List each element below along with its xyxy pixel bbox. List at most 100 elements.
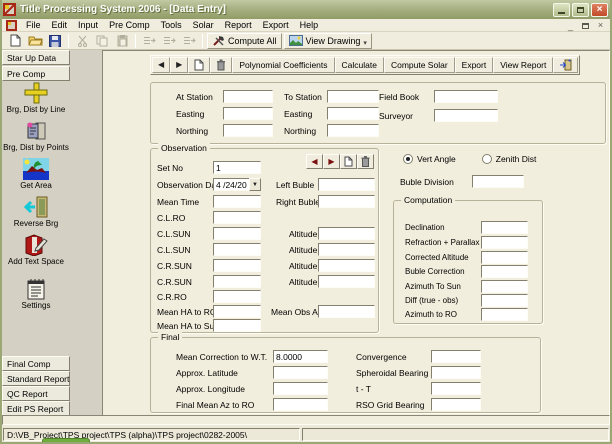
- final-mean-az-to-ro-input[interactable]: [273, 398, 328, 411]
- sidebar-item-brg-dist-by-line[interactable]: Brg, Dist by Line: [2, 81, 70, 114]
- buble-correction-input[interactable]: [481, 265, 528, 278]
- sidebar-tab-final-comp[interactable]: Final Comp: [2, 356, 70, 371]
- view-report-button[interactable]: View Report: [493, 57, 554, 73]
- clsun1-input[interactable]: [213, 227, 261, 240]
- corrected-altitude-input[interactable]: [481, 251, 528, 264]
- sidebar-tab-edit-ps-report[interactable]: Edit PS Report: [2, 401, 70, 416]
- to-easting-input[interactable]: [327, 107, 379, 120]
- previous-set-button[interactable]: ◀: [306, 154, 323, 169]
- new-set-button[interactable]: [340, 154, 357, 169]
- previous-record-button[interactable]: ◀: [152, 57, 171, 73]
- observation-date-input[interactable]: [213, 178, 249, 191]
- declination-input[interactable]: [481, 221, 528, 234]
- menu-help[interactable]: Help: [295, 19, 324, 31]
- surveyor-input[interactable]: [434, 109, 498, 122]
- insert-row-button[interactable]: [180, 33, 198, 49]
- at-station-input[interactable]: [223, 90, 273, 103]
- sidebar-item-get-area[interactable]: Get Area: [2, 157, 70, 190]
- diff-true-obs-input[interactable]: [481, 294, 528, 307]
- zenith-dist-radio[interactable]: Zenith Dist: [481, 154, 536, 164]
- sidebar-item-brg-dist-by-points[interactable]: Brg, Dist by Points: [2, 119, 70, 152]
- close-button[interactable]: ×: [591, 2, 608, 17]
- sidebar-item-settings[interactable]: Settings: [2, 277, 70, 310]
- crsun1-altitude-input[interactable]: [318, 259, 375, 272]
- menu-edit[interactable]: Edit: [47, 19, 73, 31]
- menu-input[interactable]: Input: [73, 19, 103, 31]
- delete-record-button[interactable]: [210, 57, 233, 73]
- open-file-button[interactable]: [26, 33, 44, 49]
- crsun2-input[interactable]: [213, 275, 261, 288]
- compute-solar-button[interactable]: Compute Solar: [383, 57, 455, 73]
- menu-solar[interactable]: Solar: [188, 19, 219, 31]
- mean-time-input[interactable]: [213, 195, 261, 208]
- export-button[interactable]: Export: [454, 57, 494, 73]
- insert-row-button[interactable]: [160, 33, 178, 49]
- t-minus-t-input[interactable]: [431, 382, 481, 395]
- mean-correction-wt-input[interactable]: [273, 350, 328, 363]
- minimize-button[interactable]: [553, 2, 570, 17]
- approx-latitude-input[interactable]: [273, 366, 328, 379]
- date-dropdown-button[interactable]: ▼: [249, 178, 261, 191]
- approx-longitude-input[interactable]: [273, 382, 328, 395]
- copy-button[interactable]: [93, 33, 111, 49]
- set-no-input[interactable]: [213, 161, 261, 174]
- azimuth-to-sun-input[interactable]: [481, 280, 528, 293]
- arrow-left-icon: ◀: [311, 156, 318, 166]
- insert-row-button[interactable]: [140, 33, 158, 49]
- to-northing-input[interactable]: [327, 124, 379, 137]
- at-northing-input[interactable]: [223, 124, 273, 137]
- mdi-restore-button[interactable]: [580, 20, 591, 30]
- delete-set-button[interactable]: [357, 154, 374, 169]
- crsun2-altitude-input[interactable]: [318, 275, 375, 288]
- buble-division-input[interactable]: [472, 175, 524, 188]
- restore-button[interactable]: [572, 2, 589, 17]
- menu-file[interactable]: File: [21, 19, 46, 31]
- next-record-button[interactable]: ▶: [170, 57, 189, 73]
- menu-pre-comp[interactable]: Pre Comp: [104, 19, 155, 31]
- sidebar-tab-star-up-data[interactable]: Star Up Data: [2, 50, 70, 65]
- save-button[interactable]: [46, 33, 64, 49]
- sidebar-tab-standard-report[interactable]: Standard Report: [2, 371, 70, 386]
- sidebar-item-add-text-space[interactable]: Add Text Space: [2, 233, 70, 266]
- cut-button[interactable]: [73, 33, 91, 49]
- compute-all-button[interactable]: Compute All: [207, 32, 282, 49]
- new-file-button[interactable]: [6, 33, 24, 49]
- azimuth-to-ro-input[interactable]: [481, 308, 528, 321]
- sidebar-item-reverse-brg[interactable]: Reverse Brg: [2, 195, 70, 228]
- crro-input[interactable]: [213, 290, 261, 303]
- exit-button[interactable]: [553, 57, 579, 73]
- sidebar-tab-pre-comp[interactable]: Pre Comp: [2, 66, 70, 81]
- paste-button[interactable]: [113, 33, 131, 49]
- sidebar-tab-qc-report[interactable]: QC Report: [2, 386, 70, 401]
- refraction-parallax-input[interactable]: [481, 236, 528, 249]
- crsun1-input[interactable]: [213, 259, 261, 272]
- clsun2-input[interactable]: [213, 243, 261, 256]
- right-buble-input[interactable]: [318, 195, 375, 208]
- mean-obs-alt-input[interactable]: [318, 305, 375, 318]
- convergence-input[interactable]: [431, 350, 481, 363]
- clsun1-altitude-input[interactable]: [318, 227, 375, 240]
- polynomial-coefficients-button[interactable]: Polynomial Coefficients: [232, 57, 335, 73]
- mean-ha-to-sun-input[interactable]: [213, 319, 261, 332]
- mean-ha-to-ro-input[interactable]: [213, 305, 261, 318]
- menu-export[interactable]: Export: [258, 19, 294, 31]
- spheroidal-bearing-input[interactable]: [431, 366, 481, 379]
- menu-report[interactable]: Report: [220, 19, 257, 31]
- field-book-input[interactable]: [434, 90, 498, 103]
- observation-date-combo[interactable]: ▼: [213, 178, 261, 191]
- vert-angle-radio[interactable]: Vert Angle: [403, 154, 456, 164]
- calculate-button[interactable]: Calculate: [334, 57, 384, 73]
- mdi-close-button[interactable]: ×: [595, 20, 606, 30]
- view-drawing-button[interactable]: View Drawing ▾: [283, 32, 372, 49]
- clsun2-altitude-input[interactable]: [318, 243, 375, 256]
- mdi-minimize-button[interactable]: _: [565, 20, 576, 30]
- new-page-icon: [344, 156, 353, 167]
- menu-tools[interactable]: Tools: [156, 19, 187, 31]
- at-easting-input[interactable]: [223, 107, 273, 120]
- clro-input[interactable]: [213, 211, 261, 224]
- left-buble-input[interactable]: [318, 178, 375, 191]
- to-station-input[interactable]: [327, 90, 379, 103]
- new-record-button[interactable]: [188, 57, 211, 73]
- next-set-button[interactable]: ▶: [323, 154, 340, 169]
- rso-grid-bearing-input[interactable]: [431, 398, 481, 411]
